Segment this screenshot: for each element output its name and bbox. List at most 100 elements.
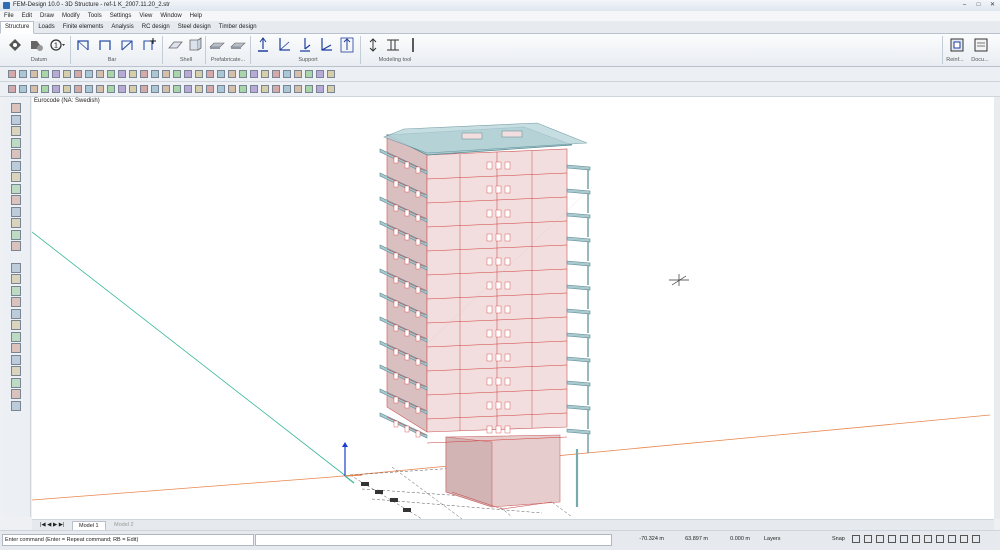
left-tool-icon[interactable] [11,297,21,307]
left-tool-icon[interactable] [11,366,21,376]
view-tool-icon[interactable] [30,70,38,78]
view-tool-icon[interactable] [228,70,236,78]
snap-mode-icon[interactable] [972,535,980,543]
tab-rc-design[interactable]: RC design [138,21,174,33]
left-tool-icon[interactable] [11,137,21,148]
wall-icon[interactable] [186,37,204,53]
snap-mode-icon[interactable] [960,535,968,543]
view-tool-icon[interactable] [294,70,302,78]
draw-tool-icon[interactable] [96,85,104,93]
view-tool-icon[interactable] [118,70,126,78]
draw-tool-icon[interactable] [129,85,137,93]
menu-edit[interactable]: Edit [18,11,36,21]
view-tool-icon[interactable] [85,70,93,78]
maximize-button[interactable]: □ [972,1,985,10]
left-tool-icon[interactable] [11,229,21,240]
line-support-icon[interactable] [296,37,314,53]
left-tool-icon[interactable] [11,331,21,342]
tab-finite-elements[interactable]: Finite elements [59,21,108,33]
view-tool-icon[interactable] [272,70,280,78]
snap-mode-icon[interactable] [864,535,872,543]
left-tool-icon[interactable] [11,206,21,217]
prefab-wall-icon[interactable] [229,37,247,53]
command-input[interactable] [255,534,612,546]
view-tool-icon[interactable] [283,70,291,78]
tab-steel-design[interactable]: Steel design [174,21,215,33]
view-tool-icon[interactable] [173,70,181,78]
menu-view[interactable]: View [135,11,156,21]
view-tool-icon[interactable] [96,70,104,78]
fictitious-shell-icon[interactable] [404,37,422,53]
left-tool-icon[interactable] [11,195,21,205]
draw-tool-icon[interactable] [74,85,82,93]
left-tool-icon[interactable] [11,308,21,319]
left-tool-icon[interactable] [11,262,21,273]
left-tool-icon[interactable] [11,241,21,251]
left-tool-icon[interactable] [11,354,21,365]
view-tool-icon[interactable] [63,70,71,78]
snap-mode-icon[interactable] [936,535,944,543]
view-tool-icon[interactable] [305,70,313,78]
left-tool-icon[interactable] [11,285,21,296]
plate-icon[interactable] [166,37,184,53]
left-tool-icon[interactable] [11,400,21,411]
view-tool-icon[interactable] [107,70,115,78]
left-tool-icon[interactable] [11,149,21,159]
draw-tool-icon[interactable] [118,85,126,93]
datum-line-icon[interactable] [27,37,45,53]
view-tool-icon[interactable] [250,70,258,78]
vertical-scrollbar[interactable] [994,97,1000,519]
draw-tool-icon[interactable] [63,85,71,93]
close-button[interactable]: ✕ [986,1,999,10]
left-tool-icon[interactable] [11,172,21,182]
snap-mode-icon[interactable] [912,535,920,543]
tab-model-2[interactable]: Model 2 [108,521,140,529]
surface-support-icon[interactable] [338,37,356,53]
snap-mode-icon[interactable] [876,535,884,543]
view-tool-icon[interactable] [239,70,247,78]
beam-icon[interactable] [74,37,92,53]
snap-mode-icon[interactable] [888,535,896,543]
left-tool-icon[interactable] [11,114,21,125]
tab-nav-first[interactable]: |◀ ◀ ▶ ▶| [34,521,70,529]
view-tool-icon[interactable] [327,70,335,78]
draw-tool-icon[interactable] [52,85,60,93]
view-tool-icon[interactable] [129,70,137,78]
point-support-icon[interactable] [254,37,272,53]
draw-tool-icon[interactable] [294,85,302,93]
draw-tool-icon[interactable] [327,85,335,93]
snap-button[interactable]: Snap [832,534,850,544]
draw-tool-icon[interactable] [195,85,203,93]
menu-file[interactable]: File [0,11,18,21]
minimize-button[interactable]: – [958,1,971,10]
draw-tool-icon[interactable] [261,85,269,93]
menu-settings[interactable]: Settings [106,11,136,21]
snap-mode-icon[interactable] [852,535,860,543]
draw-tool-icon[interactable] [107,85,115,93]
draw-tool-icon[interactable] [250,85,258,93]
bar-plus-icon[interactable] [140,37,158,53]
draw-tool-icon[interactable] [140,85,148,93]
view-tool-icon[interactable] [8,70,16,78]
draw-tool-icon[interactable] [30,85,38,93]
view-tool-icon[interactable] [140,70,148,78]
draw-tool-icon[interactable] [85,85,93,93]
draw-tool-icon[interactable] [151,85,159,93]
tab-loads[interactable]: Loads [34,21,58,33]
truss-icon[interactable] [118,37,136,53]
view-tool-icon[interactable] [195,70,203,78]
column-icon[interactable] [96,37,114,53]
view-tool-icon[interactable] [151,70,159,78]
draw-tool-icon[interactable] [217,85,225,93]
draw-tool-icon[interactable] [272,85,280,93]
left-tool-icon[interactable] [11,343,21,353]
draw-tool-icon[interactable] [162,85,170,93]
draw-tool-icon[interactable] [305,85,313,93]
3d-structure-view[interactable] [32,97,994,519]
view-tool-icon[interactable] [162,70,170,78]
command-line[interactable]: Enter command (Enter = Repeat command; R… [2,534,254,546]
tab-timber-design[interactable]: Timber design [215,21,261,33]
left-tool-icon[interactable] [11,274,21,284]
storey-icon[interactable]: 1 [48,37,66,53]
prefab-slab-icon[interactable] [208,37,226,53]
